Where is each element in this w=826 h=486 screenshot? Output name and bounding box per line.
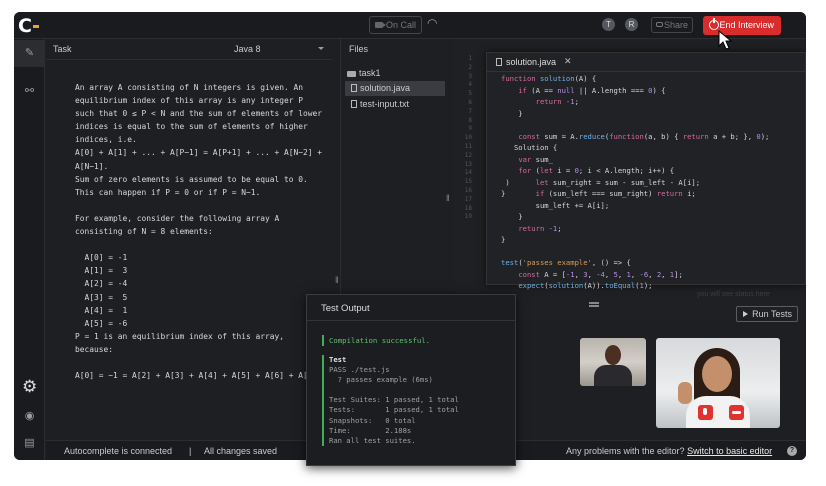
editor-problems: Any problems with the editor? Switch to … (566, 446, 773, 456)
solution-editor-popup[interactable]: solution.java ✕ function solution(A) { i… (486, 52, 806, 302)
horizontal-resize-handle[interactable] (589, 302, 599, 304)
top-bar: C On Call ◠ T R Share End Interview (14, 12, 806, 39)
line-number: 11 (464, 142, 472, 150)
clipboard-icon[interactable]: ▤ (22, 436, 37, 451)
camera-icon (375, 22, 386, 28)
divider (307, 320, 515, 321)
on-call-button[interactable]: On Call (369, 16, 422, 34)
eye-icon[interactable]: ◉ (22, 409, 37, 424)
close-icon[interactable]: ✕ (564, 56, 572, 67)
switch-basic-editor-link[interactable]: Switch to basic editor (687, 446, 772, 456)
left-rail: ✎ ⚯ ⚙ ◉ ▤ (14, 39, 45, 460)
line-number: 1 (468, 55, 472, 62)
mute-mic-icon[interactable] (698, 405, 713, 420)
test-results: Test PASS ./test.js ? passes example (6ms… (322, 355, 459, 446)
line-number: 19 (464, 213, 472, 221)
code-content[interactable]: function solution(A) { if (A == null || … (501, 73, 769, 303)
file-test-input[interactable]: test-input.txt (345, 97, 445, 112)
line-number: 10 (464, 134, 472, 142)
interviewer-video[interactable] (580, 338, 646, 386)
status-separator: | (189, 446, 192, 456)
save-status: All changes saved (204, 446, 278, 456)
app-logo[interactable]: C (18, 15, 40, 37)
language-select[interactable]: Java 8 (234, 44, 330, 54)
play-icon (743, 311, 748, 317)
chevron-down-icon (318, 47, 324, 50)
line-number: 4 (468, 81, 472, 89)
files-resize-handle[interactable]: ‖ (446, 193, 450, 203)
file-solution-java[interactable]: solution.java (345, 81, 445, 96)
files-label: Files (349, 44, 369, 54)
test-output-panel: Test Output Compilation successful. Test… (306, 294, 516, 466)
line-number: 7 (468, 107, 472, 115)
power-icon (709, 18, 719, 30)
task-header: Task Java 8 (46, 39, 332, 60)
person-face (702, 356, 732, 392)
line-number: 5 (468, 90, 472, 98)
person-hand (678, 382, 692, 404)
link-icon (656, 22, 663, 27)
editor-tab-name: solution.java (506, 57, 557, 67)
task-resize-handle[interactable]: ‖ (335, 275, 339, 285)
test-results-text: PASS ./test.js ? passes example (6ms) Te… (329, 365, 459, 445)
line-number: 2 (468, 63, 472, 71)
line-number: 9 (468, 125, 472, 133)
share-button[interactable]: Share (651, 17, 693, 33)
line-number: 15 (464, 178, 472, 186)
line-number: 6 (468, 98, 472, 106)
participant-avatar-t[interactable]: T (602, 18, 615, 31)
file-icon (351, 84, 357, 92)
file-icon (351, 100, 357, 108)
connection-icon: ◠ (427, 16, 438, 30)
line-number: 14 (464, 169, 472, 177)
file-icon (496, 58, 502, 66)
line-number: 8 (468, 116, 472, 124)
editor-status-hint: you will see status here (697, 291, 770, 298)
end-interview-button[interactable]: End Interview (703, 16, 781, 35)
line-number: 17 (464, 195, 472, 203)
line-number: 16 (464, 186, 472, 194)
hang-up-icon[interactable] (729, 405, 744, 420)
person-head (605, 345, 621, 365)
settings-icon[interactable]: ⚙ (22, 378, 37, 395)
line-number: 12 (464, 151, 472, 159)
compilation-status: Compilation successful. (322, 335, 430, 346)
edit-icon[interactable]: ✎ (22, 46, 37, 61)
autocomplete-status: Autocomplete is connected (64, 446, 173, 456)
line-numbers: 1 2 3 4 5 6 7 8 9 10 11 12 13 14 15 16 17 18 19 (454, 55, 472, 222)
help-icon[interactable]: ? (787, 446, 797, 456)
candidate-video[interactable] (656, 338, 780, 428)
diff-icon[interactable]: ⚯ (22, 84, 37, 99)
line-number: 13 (464, 160, 472, 168)
mouse-cursor-icon (718, 30, 733, 50)
task-label: Task (53, 44, 72, 54)
test-output-title: Test Output (321, 303, 370, 314)
task-panel: Task Java 8 An array A consisting of N i… (46, 39, 332, 440)
folder-icon (347, 70, 356, 77)
line-number: 3 (468, 72, 472, 80)
editor-tab[interactable]: solution.java ✕ (487, 53, 806, 72)
person-body (594, 365, 632, 386)
test-results-title: Test (329, 355, 347, 364)
task-description: An array A consisting of N integers is g… (75, 83, 323, 381)
run-tests-button[interactable]: Run Tests (736, 306, 798, 322)
participant-avatar-r[interactable]: R (625, 18, 638, 31)
folder-task1[interactable]: task1 (347, 68, 381, 78)
line-number: 18 (464, 204, 472, 212)
